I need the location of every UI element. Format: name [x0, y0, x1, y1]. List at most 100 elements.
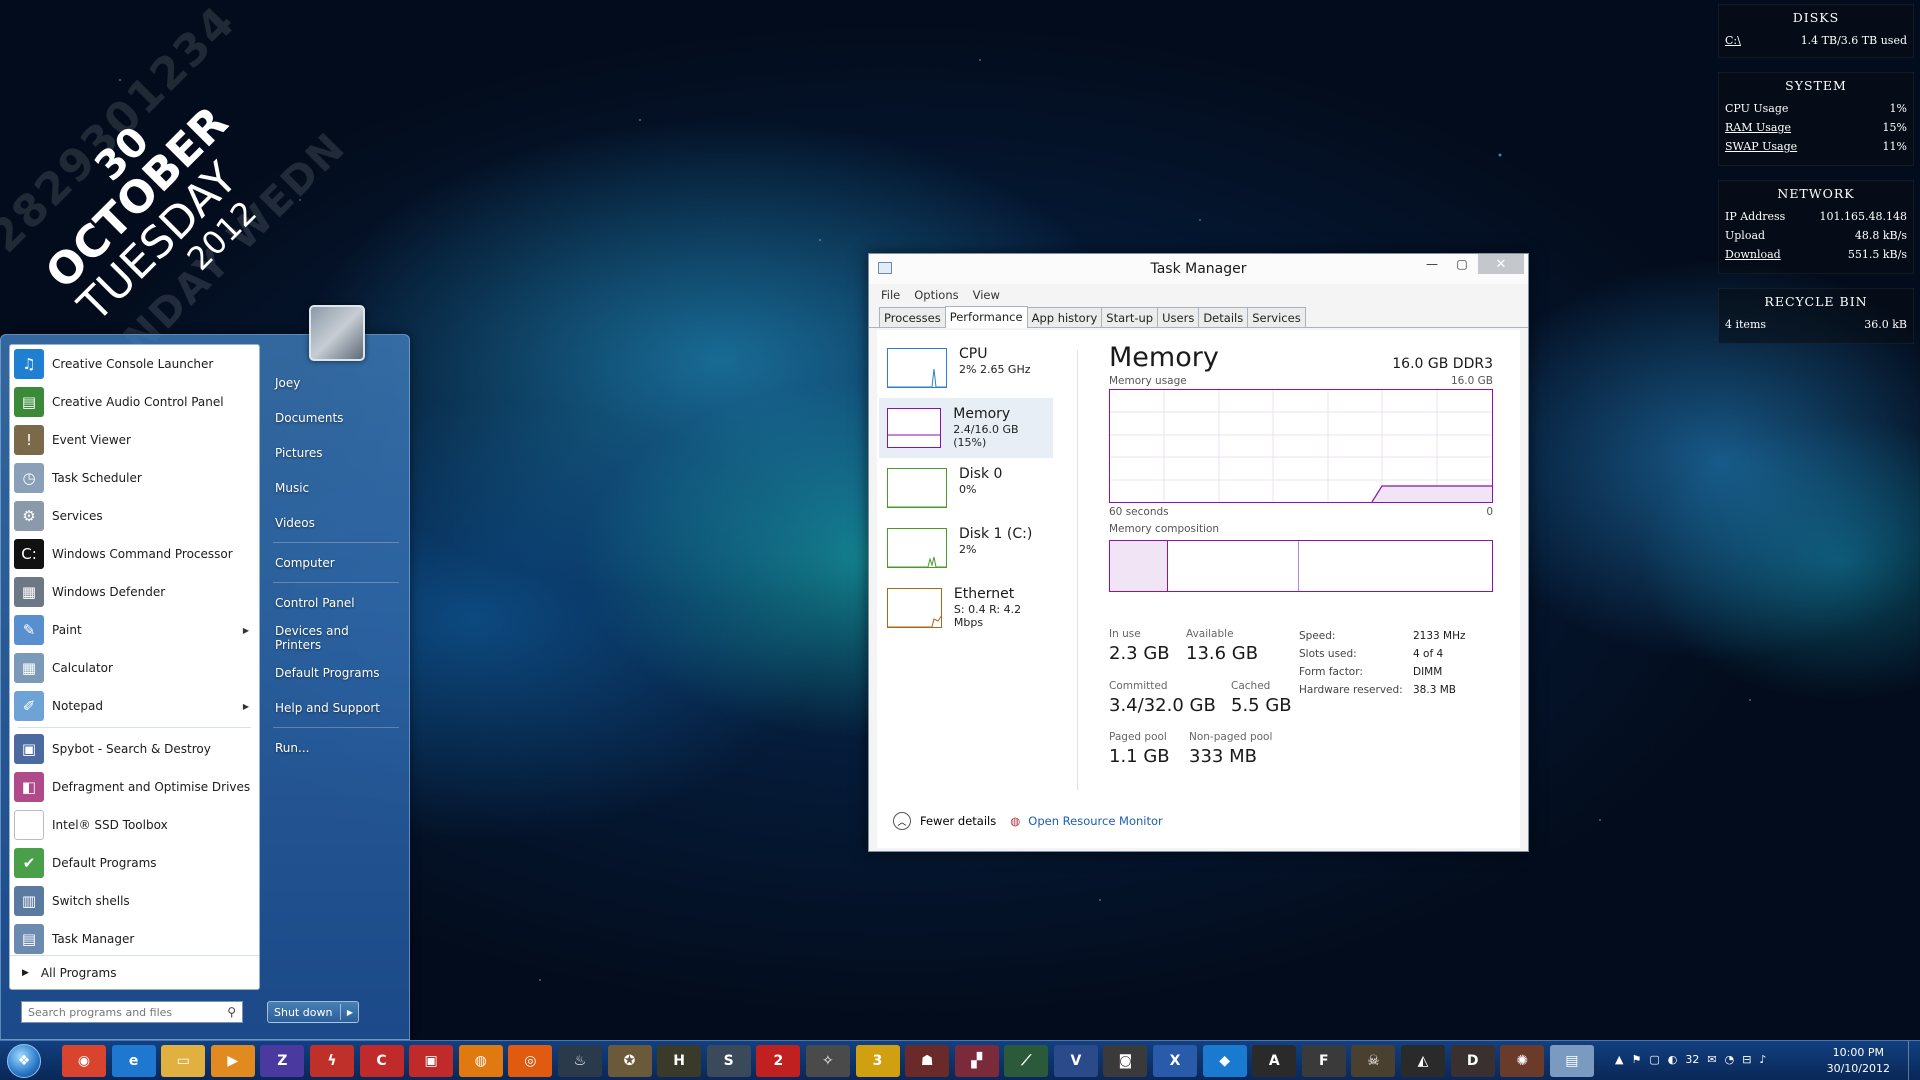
media-player-icon[interactable]: ▶ [210, 1045, 255, 1077]
resource-disk-1-c[interactable]: Disk 1 (C:) 2% [879, 518, 1053, 578]
vindictus-icon[interactable]: V [1053, 1045, 1098, 1077]
program-calculator[interactable]: ▦ Calculator [10, 649, 259, 687]
program-switch-shells[interactable]: ▥ Switch shells [10, 882, 259, 920]
help-support-link[interactable]: Help and Support [267, 690, 405, 725]
x-icon[interactable]: X [1153, 1045, 1198, 1077]
tray-icon[interactable]: 32 [1685, 1053, 1699, 1066]
menu-file[interactable]: File [881, 288, 900, 302]
program-defragment-and-optimise-drives[interactable]: ◧ Defragment and Optimise Drives [10, 768, 259, 806]
search-input[interactable]: Search programs and files ⚲ [21, 1001, 243, 1023]
tab-processes[interactable]: Processes [879, 307, 946, 327]
tray-icon[interactable]: ⚑ [1631, 1053, 1641, 1066]
i-am-alive-icon[interactable]: A [1252, 1045, 1297, 1077]
skull-icon[interactable]: ☠ [1351, 1045, 1396, 1077]
chevron-right-icon[interactable]: ▶ [347, 1008, 353, 1017]
cpu-z-icon[interactable]: Z [260, 1045, 305, 1077]
file-explorer-icon[interactable]: ▭ [161, 1045, 206, 1077]
close-button[interactable]: ✕ [1478, 254, 1524, 274]
tab-details[interactable]: Details [1198, 307, 1249, 327]
game-3-icon[interactable]: 3 [855, 1045, 900, 1077]
fewer-details-link[interactable]: Fewer details [920, 814, 996, 828]
minimize-button[interactable]: — [1417, 254, 1447, 274]
chrome-icon[interactable]: ◉ [62, 1045, 106, 1077]
tab-app-history[interactable]: App history [1026, 307, 1103, 327]
resource-memory[interactable]: Memory 2.4/16.0 GB (15%) [879, 398, 1053, 458]
game-wing-icon[interactable]: ✧ [805, 1045, 850, 1077]
game-2-icon[interactable]: 2 [756, 1045, 801, 1077]
program-windows-command-processor[interactable]: C: Windows Command Processor [10, 535, 259, 573]
flash-icon[interactable]: ϟ [309, 1045, 354, 1077]
devices-printers-link[interactable]: Devices and Printers [267, 620, 405, 655]
user-link[interactable]: Joey [267, 365, 405, 400]
tab-services[interactable]: Services [1247, 307, 1306, 327]
menu-options[interactable]: Options [914, 288, 958, 302]
dishonored-icon[interactable]: D [1450, 1045, 1495, 1077]
videos-link[interactable]: Videos [267, 505, 405, 540]
menu-view[interactable]: View [973, 288, 1000, 302]
default-programs-link[interactable]: Default Programs [267, 655, 405, 690]
game-car-icon[interactable]: ▞ [954, 1045, 999, 1077]
steam-icon[interactable]: ♨ [557, 1045, 602, 1077]
open-resource-monitor-link[interactable]: Open Resource Monitor [1028, 814, 1162, 828]
hwmonitor-icon[interactable]: ▣ [409, 1045, 454, 1077]
ftl-icon[interactable]: F [1301, 1045, 1346, 1077]
program-creative-console-launcher[interactable]: ♫ Creative Console Launcher [10, 345, 259, 383]
tab-users[interactable]: Users [1157, 307, 1200, 327]
tray-icon[interactable]: ◔ [1725, 1053, 1735, 1066]
starcraft-icon[interactable]: S [706, 1045, 751, 1077]
program-windows-defender[interactable]: ▦ Windows Defender [10, 573, 259, 611]
tab-start-up[interactable]: Start-up [1101, 307, 1159, 327]
computer-link[interactable]: Computer [267, 545, 405, 580]
all-programs-button[interactable]: ▶ All Programs [10, 955, 259, 989]
program-spybot-search-destroy[interactable]: ▣ Spybot - Search & Destroy [10, 730, 259, 768]
resource-ethernet[interactable]: Ethernet S: 0.4 R: 4.2 Mbps [879, 578, 1053, 638]
chevron-right-icon[interactable]: ▶ [243, 702, 249, 711]
recycle-bin-widget[interactable]: RECYCLE BIN 4 items 36.0 kB [1718, 288, 1914, 344]
shutdown-button[interactable]: Shut down ▶ [267, 1001, 359, 1023]
show-desktop-button[interactable] [1908, 1041, 1920, 1080]
tray-icon[interactable]: ◐ [1668, 1053, 1678, 1066]
start-button[interactable]: ❖ [7, 1044, 41, 1078]
program-services[interactable]: ⚙ Services [10, 497, 259, 535]
tray-icon[interactable]: ▢ [1649, 1053, 1659, 1066]
documents-link[interactable]: Documents [267, 400, 405, 435]
program-task-scheduler[interactable]: ◷ Task Scheduler [10, 459, 259, 497]
program-paint[interactable]: ✎ Paint ▶ [10, 611, 259, 649]
taskbar-clock[interactable]: 10:00 PM 30/10/2012 [1827, 1045, 1890, 1077]
game-blade-icon[interactable]: ⟋ [1004, 1045, 1049, 1077]
tab-performance[interactable]: Performance [944, 306, 1028, 328]
music-link[interactable]: Music [267, 470, 405, 505]
resource-disk-0[interactable]: Disk 0 0% [879, 458, 1053, 518]
title-bar[interactable]: Task Manager — ▢ ✕ [869, 254, 1528, 284]
chevron-right-icon[interactable]: ▶ [243, 626, 249, 635]
tray-icon[interactable]: ♪ [1759, 1053, 1766, 1066]
program-default-programs[interactable]: ✔ Default Programs [10, 844, 259, 882]
chevron-up-icon[interactable]: ︿ [893, 812, 911, 830]
pictures-link[interactable]: Pictures [267, 435, 405, 470]
hitman-icon[interactable]: ☗ [905, 1045, 950, 1077]
maximize-button[interactable]: ▢ [1447, 254, 1477, 274]
program-event-viewer[interactable]: ! Event Viewer [10, 421, 259, 459]
tray-icon[interactable]: ✉ [1707, 1053, 1716, 1066]
battlefield-icon[interactable]: ✪ [607, 1045, 652, 1077]
game-diamond-icon[interactable]: ◆ [1202, 1045, 1247, 1077]
sleeping-dogs-icon[interactable]: ◙ [1103, 1045, 1148, 1077]
origin-alt-icon[interactable]: ◎ [508, 1045, 553, 1077]
game-emblem-icon[interactable]: ✺ [1500, 1045, 1545, 1077]
program-intel-ssd-toolbox[interactable]: Intel® SSD Toolbox [10, 806, 259, 844]
user-avatar[interactable] [309, 305, 365, 361]
program-task-manager[interactable]: ▤ Task Manager [10, 920, 259, 958]
program-notepad[interactable]: ✐ Notepad ▶ [10, 687, 259, 725]
tray-icon[interactable]: ⊟ [1742, 1053, 1751, 1066]
origin-icon[interactable]: ◍ [458, 1045, 503, 1077]
resource-cpu[interactable]: CPU 2% 2.65 GHz [879, 338, 1053, 398]
control-panel-link[interactable]: Control Panel [267, 585, 405, 620]
game-mask-icon[interactable]: ◭ [1401, 1045, 1446, 1077]
internet-explorer-icon[interactable]: e [111, 1045, 156, 1077]
run-link[interactable]: Run... [267, 730, 405, 765]
hon-icon[interactable]: H [657, 1045, 702, 1077]
tray-icon[interactable]: ▲ [1615, 1053, 1623, 1066]
program-creative-audio-control-panel[interactable]: ▤ Creative Audio Control Panel [10, 383, 259, 421]
task-manager-taskbar-icon[interactable]: ▤ [1549, 1045, 1594, 1077]
ccleaner-icon[interactable]: C [359, 1045, 404, 1077]
